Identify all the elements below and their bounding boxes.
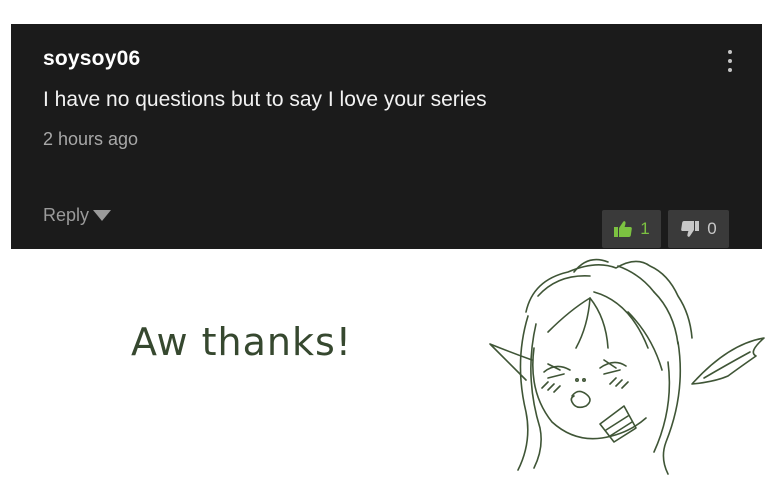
dislike-count: 0 xyxy=(707,219,717,238)
comment-card: soysoy06 I have no questions but to say … xyxy=(11,24,762,249)
dislike-button[interactable]: 0 xyxy=(668,210,729,248)
reply-label: Reply xyxy=(43,205,90,225)
like-count: 1 xyxy=(640,219,650,238)
comment-text: I have no questions but to say I love yo… xyxy=(43,88,487,111)
caret-down-icon xyxy=(93,210,112,221)
like-button[interactable]: 1 xyxy=(602,210,661,248)
thumbs-down-icon xyxy=(681,221,700,237)
comment-timestamp: 2 hours ago xyxy=(43,129,139,149)
reply-button[interactable]: Reply xyxy=(43,205,112,226)
comment-username[interactable]: soysoy06 xyxy=(43,47,140,71)
reply-caption: Aw thanks! xyxy=(131,320,353,364)
kebab-menu-icon[interactable] xyxy=(720,46,740,76)
thumbs-up-icon xyxy=(614,221,633,237)
chibi-character-sketch xyxy=(489,258,765,475)
